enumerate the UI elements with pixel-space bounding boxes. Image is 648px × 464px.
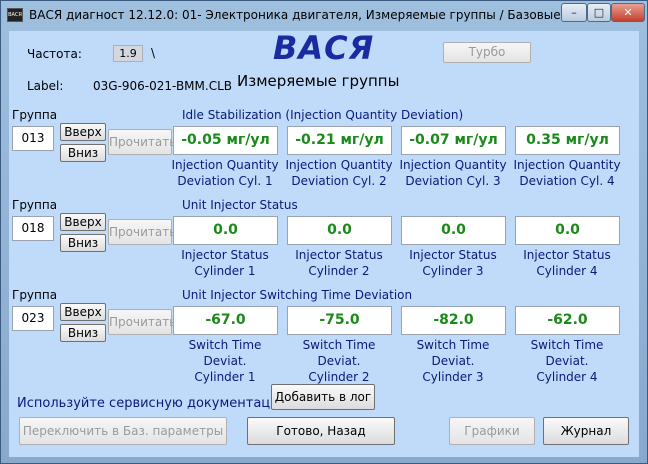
minimize-button[interactable]: – (561, 3, 587, 22)
frequency-value: 1.9 (113, 45, 143, 62)
value-cell: -0.07 мг/ул (401, 126, 506, 155)
done-back-button[interactable]: Готово, Назад (247, 417, 395, 445)
title-bar[interactable]: ВАСЯ ВАСЯ диагност 12.12.0: 01- Электрон… (1, 1, 647, 29)
value-cell: 0.0 (515, 216, 620, 245)
value-cell: -0.21 мг/ул (287, 126, 392, 155)
value-label: Injection Quantity Deviation Cyl. 4 (513, 158, 621, 188)
add-to-log-button[interactable]: Добавить в лог (271, 384, 375, 410)
value-label: Switch Time Deviat. Cylinder 4 (530, 338, 604, 384)
group-down-button[interactable]: Вниз (60, 324, 106, 342)
group-up-button[interactable]: Вверх (60, 303, 106, 321)
group-title: Unit Injector Status (182, 198, 298, 212)
group-read-button[interactable]: Прочитать (108, 219, 176, 245)
group-title: Idle Stabilization (Injection Quantity D… (182, 108, 464, 122)
value-cell: 0.0 (173, 216, 278, 245)
group-down-button[interactable]: Вниз (60, 144, 106, 162)
value-label: Injector Status Cylinder 2 (295, 248, 383, 278)
group-caption: Группа (12, 108, 58, 122)
maximize-button[interactable]: □ (587, 3, 611, 22)
value-cell: -75.0 (287, 306, 392, 335)
group-number-input[interactable]: 013 (12, 126, 54, 151)
group-number-input[interactable]: 023 (12, 306, 54, 331)
value-label: Switch Time Deviat. Cylinder 1 (188, 338, 262, 384)
turbo-button[interactable]: Турбо (443, 42, 531, 63)
client-area: Частота: 1.9 \ Label: 03G-906-021-BMM.CL… (9, 29, 639, 457)
graphs-button[interactable]: Графики (449, 417, 535, 445)
label-caption: Label: (27, 79, 64, 93)
group-caption: Группа (12, 288, 58, 302)
value-label: Injection Quantity Deviation Cyl. 2 (285, 158, 393, 188)
journal-button[interactable]: Журнал (543, 417, 629, 445)
group-read-button[interactable]: Прочитать (108, 309, 176, 335)
group-down-button[interactable]: Вниз (60, 234, 106, 252)
service-doc-note: Используйте сервисную документацию! (17, 396, 295, 411)
activity-indicator: \ (151, 46, 156, 60)
group-up-button[interactable]: Вверх (60, 123, 106, 141)
label-file: 03G-906-021-BMM.CLB (93, 79, 232, 93)
frequency-label: Частота: (27, 47, 82, 61)
window-title: ВАСЯ диагност 12.12.0: 01- Электроника д… (29, 8, 636, 22)
group-title: Unit Injector Switching Time Deviation (182, 288, 413, 302)
value-label: Injection Quantity Deviation Cyl. 3 (399, 158, 507, 188)
value-cell: -67.0 (173, 306, 278, 335)
group-read-button[interactable]: Прочитать (108, 129, 176, 155)
value-label: Injector Status Cylinder 3 (409, 248, 497, 278)
app-icon: ВАСЯ (7, 8, 23, 22)
value-label: Injector Status Cylinder 4 (523, 248, 611, 278)
page-title: Измеряемые группы (237, 72, 400, 90)
group-up-button[interactable]: Вверх (60, 213, 106, 231)
value-cell: 0.35 мг/ул (515, 126, 620, 155)
main-window: ВАСЯ ВАСЯ диагност 12.12.0: 01- Электрон… (0, 0, 648, 464)
close-button[interactable]: ✕ (611, 3, 645, 22)
value-cell: -82.0 (401, 306, 506, 335)
value-cell: -62.0 (515, 306, 620, 335)
switch-basic-params-button[interactable]: Переключить в Баз. параметры (19, 417, 227, 445)
brand-logo: ВАСЯ (273, 29, 375, 67)
group-number-input[interactable]: 018 (12, 216, 54, 241)
value-label: Switch Time Deviat. Cylinder 3 (416, 338, 490, 384)
value-cell: -0.05 мг/ул (173, 126, 278, 155)
value-cell: 0.0 (401, 216, 506, 245)
value-label: Injector Status Cylinder 1 (181, 248, 269, 278)
group-caption: Группа (12, 198, 58, 212)
value-label: Switch Time Deviat. Cylinder 2 (302, 338, 376, 384)
value-cell: 0.0 (287, 216, 392, 245)
value-label: Injection Quantity Deviation Cyl. 1 (171, 158, 279, 188)
